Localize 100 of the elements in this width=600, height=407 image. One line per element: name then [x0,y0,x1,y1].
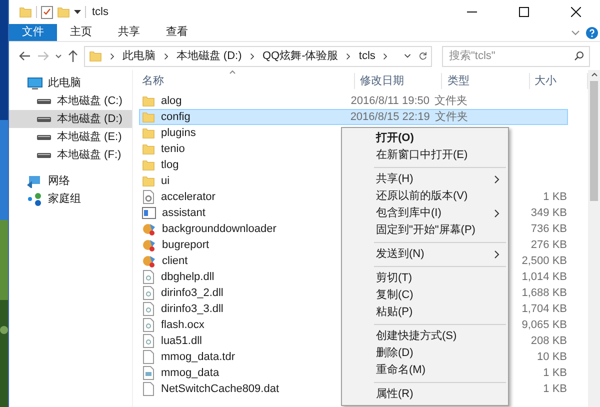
scrollbar-thumb[interactable] [590,81,598,201]
file-name[interactable]: ui [161,172,170,190]
menu-item[interactable]: 在新窗口中打开(E) [342,147,508,164]
file-name[interactable]: backgrounddownloader [162,220,276,238]
address-bar[interactable]: 此电脑 本地磁盘 (D:) QQ炫舞-体验服 tcls [84,46,432,66]
expand-ribbon-icon[interactable] [571,30,580,36]
chevron-right-icon [346,52,351,60]
back-arrow-icon[interactable] [19,51,31,61]
dll-file-icon [142,270,155,284]
dll-file-icon [142,334,155,348]
chevron-right-icon [383,52,388,60]
sidebar-item[interactable]: 此电脑 [9,74,132,92]
chevron-right-icon [494,209,500,218]
sidebar-item[interactable]: 本地磁盘 (E:) [9,128,132,146]
search-field[interactable]: 搜索"tcls" [442,46,590,66]
drive-icon [36,97,52,105]
file-name[interactable]: assistant [162,204,206,222]
sidebar-item[interactable]: 本地磁盘 (F:) [9,146,132,164]
drive-icon [36,151,52,159]
size-cell: 1,688 KB [522,286,567,299]
dll-file-icon [142,318,155,332]
file-name[interactable]: config [161,108,190,126]
breadcrumb-link[interactable]: 本地磁盘 (D:) [176,48,242,64]
file-name[interactable]: flash.ocx [161,316,204,334]
menu-item[interactable]: 发送到(N) [342,246,508,263]
file-name[interactable]: NetSwitchCache809.dat [161,380,280,398]
menu-item[interactable]: 删除(D) [342,345,508,362]
drive-icon [36,133,52,141]
ribbon-tab[interactable]: 查看 [153,24,201,41]
ribbon-tab[interactable]: 文件 [9,24,57,41]
folder-icon [19,6,32,18]
menu-item[interactable]: 创建快捷方式(S) [342,328,508,345]
file-name[interactable]: dbghelp.dll [161,268,214,286]
dropdown-icon[interactable] [74,9,81,15]
size-cell: 349 KB [530,206,567,219]
size-cell: 1,014 KB [522,270,567,283]
search-icon [574,50,584,60]
size-cell: 276 KB [530,238,567,251]
file-name[interactable]: accelerator [161,188,216,206]
file-name[interactable]: dirinfo3_3.dll [161,300,224,318]
ribbon-tab[interactable]: 共享 [105,24,153,41]
size-cell: 736 KB [530,222,567,235]
file-name[interactable]: tenio [161,140,185,158]
file-name[interactable]: plugins [161,124,196,142]
chevron-right-icon [110,52,115,60]
file-name[interactable]: mmog_data [161,364,220,382]
dll-file-icon [142,286,155,300]
file-name[interactable]: tlog [161,156,179,174]
chevron-right-icon [250,52,254,60]
sidebar-item[interactable]: 家庭组 [9,190,132,208]
properties-icon[interactable] [41,6,53,18]
app-icon [142,254,156,268]
breadcrumb-link[interactable]: 此电脑 [122,48,156,64]
menu-item[interactable]: 剪切(T) [342,270,508,287]
folder-icon [142,110,155,124]
size-cell: 1 KB [543,382,567,395]
column-header[interactable]: 名称 [139,72,356,90]
menu-item[interactable]: 属性(R) [342,386,508,403]
menu-item[interactable]: 打开(O) [342,130,508,147]
menu-item[interactable]: 粘贴(P) [342,304,508,321]
size-cell: 1 KB [543,366,567,379]
type-cell: 文件夹 [434,110,468,123]
menu-item[interactable]: 重命名(M) [342,362,508,379]
recent-dropdown-icon[interactable] [55,54,62,58]
menu-item[interactable]: 还原以前的版本(V) [342,188,508,205]
sidebar-item[interactable]: 本地磁盘 (C:) [9,92,132,110]
file-name[interactable]: mmog_data.tdr [161,348,235,366]
file-name[interactable]: bugreport [162,236,210,254]
sidebar-item[interactable]: 网络 [9,172,132,190]
file-name[interactable]: lua51.dll [161,332,202,350]
ribbon-tab[interactable]: 主页 [57,24,105,41]
menu-item[interactable]: 共享(H) [342,171,508,188]
help-icon[interactable] [586,26,598,38]
menu-item[interactable]: 固定到"开始"屏幕(P) [342,222,508,239]
app-icon [142,222,156,236]
monitor-icon [27,76,43,90]
breadcrumb-link[interactable]: tcls [358,48,376,64]
dropdown-icon[interactable] [404,53,412,59]
date-cell: 2016/8/15 22:19 [350,110,430,123]
maximize-icon[interactable] [519,7,529,17]
column-header[interactable]: 类型 [442,72,530,90]
column-header[interactable]: 修改日期 [355,72,442,90]
scrollbar[interactable] [588,70,600,407]
menu-item[interactable]: 包含到库中(I) [342,205,508,222]
refresh-icon[interactable] [419,51,427,61]
file-row[interactable]: config 2016/8/15 22:19 文件夹 [139,109,568,125]
scroll-up-icon[interactable] [590,72,598,77]
file-name[interactable]: client [162,252,188,270]
window-title: tcls [92,4,108,20]
close-icon[interactable] [571,7,581,17]
size-cell: 1,704 KB [522,302,567,315]
sidebar-item[interactable]: 本地磁盘 (D:) [9,110,132,128]
up-arrow-icon[interactable] [68,50,78,62]
breadcrumb-link[interactable]: QQ炫舞-体验服 [262,48,338,64]
file-name[interactable]: dirinfo3_2.dll [161,284,224,302]
file-name[interactable]: alog [161,92,182,110]
type-cell: 文件夹 [434,94,468,107]
app-icon [142,238,156,252]
folder-icon [142,142,155,156]
menu-item[interactable]: 复制(C) [342,287,508,304]
